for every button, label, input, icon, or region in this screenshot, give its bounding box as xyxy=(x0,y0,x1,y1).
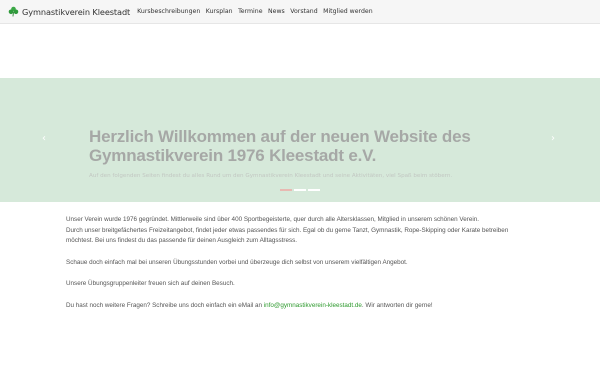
brand-name[interactable]: Gymnastikverein Kleestadt xyxy=(22,7,130,17)
leaders-paragraph: Unsere Übungsgruppenleiter freuen sich a… xyxy=(66,280,235,288)
hero-title: Herzlich Willkommen auf der neuen Websit… xyxy=(89,127,471,165)
carousel-indicator-1[interactable] xyxy=(280,189,292,191)
visit-paragraph: Schaue doch einfach mal bei unseren Übun… xyxy=(66,258,408,266)
hero-carousel: ‹ › Herzlich Willkommen auf der neuen We… xyxy=(0,78,600,202)
contact-paragraph: Du hast noch weitere Fragen? Schreibe un… xyxy=(66,301,536,312)
contact-text-after: . Wir antworten dir gerne! xyxy=(361,301,433,309)
intro-line-1: Unser Verein wurde 1976 gegründet. Mittl… xyxy=(66,216,480,223)
carousel-next-chevron-right-icon[interactable]: › xyxy=(551,133,555,144)
nav-link-kursplan[interactable]: Kursplan xyxy=(206,8,233,15)
nav-link-mitglied-werden[interactable]: Mitglied werden xyxy=(323,8,373,15)
brand[interactable]: Gymnastikverein Kleestadt xyxy=(8,6,130,17)
clover-logo-icon xyxy=(8,6,19,17)
carousel-prev-chevron-left-icon[interactable]: ‹ xyxy=(42,133,46,144)
nav-link-news[interactable]: News xyxy=(268,8,285,15)
carousel-indicator-3[interactable] xyxy=(308,189,320,191)
email-link[interactable]: info@gymnastikverein-kleestadt.de xyxy=(264,302,362,309)
hero-subtitle: Auf den folgenden Seiten findest du alle… xyxy=(89,173,453,179)
nav-link-kursbeschreibungen[interactable]: Kursbeschreibungen xyxy=(137,8,200,15)
nav-link-vorstand[interactable]: Vorstand xyxy=(290,8,317,15)
intro-line-2: Durch unser breitgefächertes Freizeitang… xyxy=(66,226,509,245)
carousel-indicator-2[interactable] xyxy=(294,189,306,191)
nav-link-termine[interactable]: Termine xyxy=(238,8,262,15)
top-navbar: Gymnastikverein Kleestadt Kursbeschreibu… xyxy=(0,0,600,24)
carousel-indicators xyxy=(280,189,322,191)
nav-links: Kursbeschreibungen Kursplan Termine News… xyxy=(137,8,378,15)
main-content: Unser Verein wurde 1976 gegründet. Mittl… xyxy=(66,215,536,312)
contact-text-before: Du hast noch weitere Fragen? Schreibe un… xyxy=(66,301,264,309)
